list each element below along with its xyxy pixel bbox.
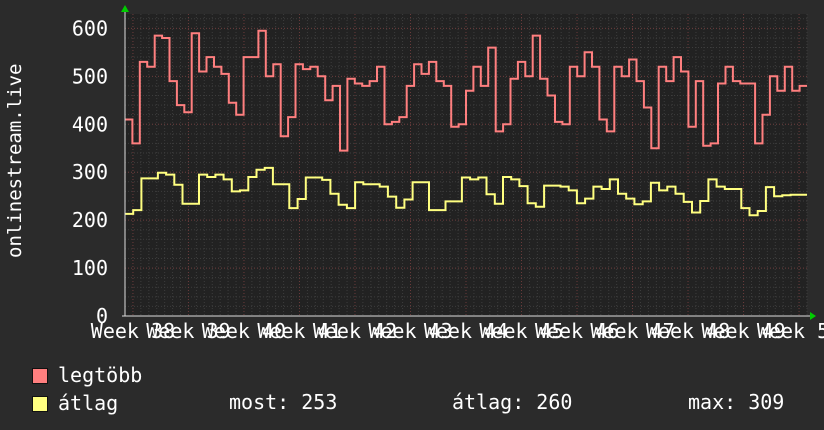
y-tick-label: 100 xyxy=(72,256,108,280)
y-tick-label: 600 xyxy=(72,16,108,40)
legend-swatch-max xyxy=(32,368,48,384)
y-tick-label: 500 xyxy=(72,64,108,88)
x-tick-label: Week 50 xyxy=(757,319,824,343)
x-tick-labels: Week 38Week 39Week 40Week 41Week 42Week … xyxy=(91,319,824,343)
stat-average: átlag: 260 xyxy=(452,390,573,414)
legend-label-avg: átlag xyxy=(58,391,119,415)
y-tick-label: 300 xyxy=(72,160,108,184)
y-axis-arrow-icon xyxy=(121,5,129,12)
y-axis-label: onlinestream.live xyxy=(4,63,26,258)
legend-swatch-avg xyxy=(32,396,48,412)
legend-label-max: legtöbb xyxy=(58,363,143,387)
y-tick-label: 400 xyxy=(72,112,108,136)
stat-current: most: 253 xyxy=(229,390,338,414)
stat-maximum: max: 309 xyxy=(688,390,785,414)
y-tick-label: 200 xyxy=(72,208,108,232)
y-tick-labels: 0100200300400500600 xyxy=(72,16,108,328)
